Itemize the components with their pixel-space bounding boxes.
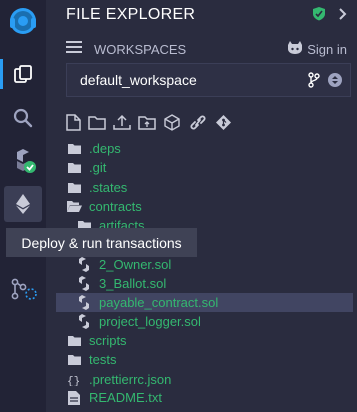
folder-icon <box>66 141 82 157</box>
deploy-run-icon[interactable] <box>4 186 42 222</box>
solidity-file-icon <box>76 257 92 273</box>
solidity-file-icon <box>76 314 92 330</box>
workspace-select[interactable]: default_workspace <box>66 63 351 97</box>
tree-folder[interactable]: scripts <box>46 331 357 350</box>
folder-icon <box>66 333 82 349</box>
hamburger-menu-icon[interactable] <box>66 40 82 59</box>
new-file-icon[interactable] <box>66 114 81 132</box>
tree-item-label: 2_Owner.sol <box>99 257 172 272</box>
folder-open-icon <box>66 199 82 215</box>
json-file-icon: {} <box>66 372 82 388</box>
tree-item-label: .states <box>89 180 128 195</box>
tree-file[interactable]: 3_Ballot.sol <box>46 274 357 293</box>
link-icon[interactable] <box>188 114 208 132</box>
new-folder-icon[interactable] <box>88 114 106 132</box>
file-explorer-panel: FILE EXPLORER WORKSPACES Sign in default… <box>46 0 357 412</box>
folder-icon <box>66 352 82 368</box>
panel-title: FILE EXPLORER <box>66 6 196 23</box>
folder-icon <box>66 180 82 196</box>
tree-file[interactable]: {} .prettierrc.json <box>46 370 357 389</box>
tree-folder[interactable]: tests <box>46 350 357 369</box>
tree-item-label: .prettierrc.json <box>89 372 172 387</box>
tree-item-label: .git <box>89 160 107 175</box>
icon-panel <box>0 0 46 412</box>
remix-logo-icon[interactable] <box>0 0 46 42</box>
tree-item-label: project_logger.sol <box>99 314 201 329</box>
folder-icon <box>66 160 82 176</box>
text-file-icon <box>66 390 82 406</box>
tree-item-label: .deps <box>89 141 121 156</box>
workspaces-label: WORKSPACES <box>94 41 187 57</box>
git-branch-icon[interactable] <box>308 72 320 93</box>
tree-item-label: payable_contract.sol <box>99 295 219 310</box>
debugger-icon[interactable] <box>0 270 46 308</box>
upload-folder-icon[interactable] <box>138 114 156 132</box>
tooltip: Deploy & run transactions <box>6 228 197 257</box>
solidity-compiler-icon[interactable] <box>0 141 46 179</box>
git-icon[interactable] <box>215 114 232 132</box>
tree-item-label: scripts <box>89 333 127 348</box>
chevron-right-icon[interactable] <box>338 7 347 26</box>
file-toolbar <box>66 114 232 132</box>
tree-item-label: tests <box>89 352 117 367</box>
publish-gist-icon[interactable] <box>163 114 181 132</box>
svg-text:{}: {} <box>67 376 80 386</box>
select-toggle-icon[interactable] <box>328 73 342 92</box>
solidity-file-icon <box>76 276 92 292</box>
file-explorer-icon[interactable] <box>0 55 46 93</box>
tree-file[interactable]: project_logger.sol <box>46 312 357 331</box>
search-icon[interactable] <box>0 99 46 137</box>
tree-file[interactable]: README.txt <box>46 388 357 407</box>
tree-folder[interactable]: .deps <box>46 139 357 158</box>
workspace-value: default_workspace <box>80 72 197 88</box>
tree-file[interactable]: payable_contract.sol <box>56 293 353 312</box>
upload-file-icon[interactable] <box>113 114 131 132</box>
solidity-file-icon <box>76 295 92 311</box>
shield-check-icon[interactable] <box>312 6 326 26</box>
github-icon <box>287 40 303 58</box>
sign-in-button[interactable]: Sign in <box>287 40 347 58</box>
tree-item-label: contracts <box>89 199 142 214</box>
tree-folder[interactable]: .states <box>46 178 357 197</box>
tree-item-label: README.txt <box>89 390 162 405</box>
tree-item-label: 3_Ballot.sol <box>99 276 167 291</box>
tree-folder[interactable]: contracts <box>46 197 357 216</box>
tree-file[interactable]: 2_Owner.sol <box>46 255 357 274</box>
tree-folder[interactable]: .git <box>46 158 357 177</box>
sign-in-label: Sign in <box>307 41 347 57</box>
